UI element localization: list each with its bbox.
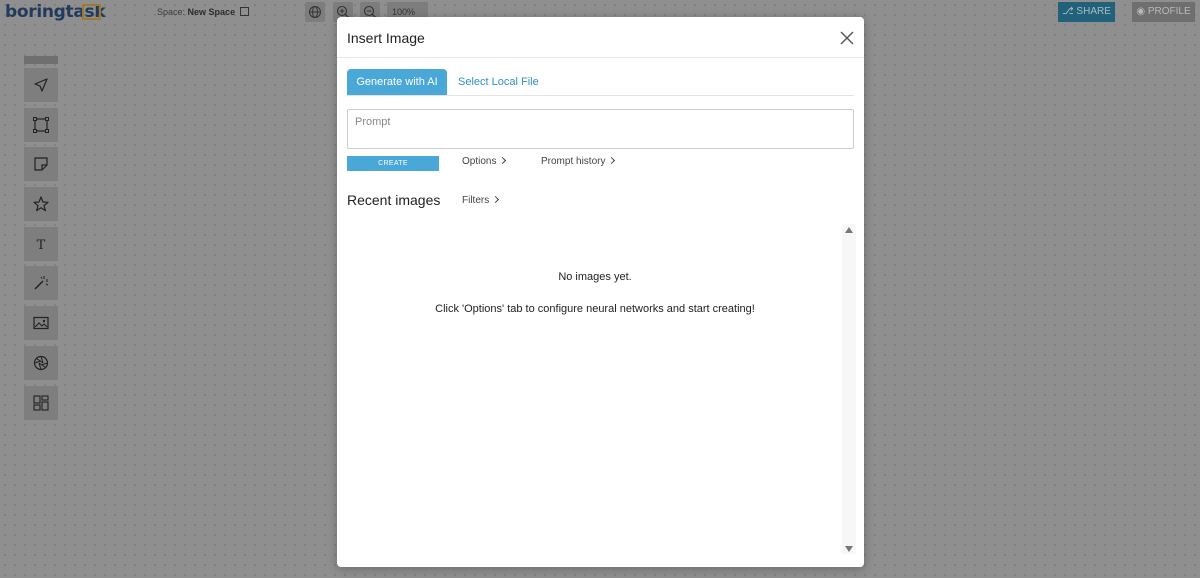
dialog-title: Insert Image	[347, 30, 425, 46]
globe-icon	[309, 6, 321, 18]
image-icon	[33, 317, 49, 330]
options-label: Options	[462, 156, 497, 167]
create-button[interactable]: CREATE	[347, 156, 439, 171]
close-button[interactable]	[839, 30, 855, 46]
share-label: SHARE	[1076, 6, 1111, 17]
left-toolbar: T	[24, 56, 58, 425]
empty-state-hint: Click 'Options' tab to configure neural …	[435, 303, 755, 315]
toolbar-handle[interactable]	[24, 56, 58, 64]
scrollbar[interactable]	[842, 224, 856, 554]
pointer-icon	[34, 78, 48, 92]
tool-layout[interactable]	[24, 385, 58, 420]
insert-image-dialog: Insert Image Generate with AI Select Loc…	[337, 17, 864, 567]
layout-icon	[33, 394, 49, 411]
star-icon	[33, 196, 49, 212]
tool-star[interactable]	[24, 187, 58, 222]
tool-magic-wand[interactable]	[24, 266, 58, 301]
prompt-input[interactable]	[347, 109, 854, 149]
tool-text[interactable]: T	[24, 226, 58, 261]
logo-box-mark	[82, 4, 101, 20]
aperture-icon	[33, 355, 49, 370]
tool-pointer[interactable]	[24, 68, 58, 102]
options-link[interactable]: Options	[462, 156, 507, 167]
user-icon: ◉	[1136, 6, 1146, 17]
close-icon	[840, 31, 854, 45]
edit-icon[interactable]	[239, 7, 249, 16]
share-icon: ⎇	[1062, 6, 1074, 17]
globe-button[interactable]	[305, 2, 325, 22]
tool-frame[interactable]	[24, 107, 58, 142]
chevron-right-icon	[608, 156, 616, 165]
filters-label: Filters	[462, 195, 490, 206]
frame-icon	[33, 116, 49, 133]
prompt-history-link[interactable]: Prompt history	[541, 156, 616, 167]
space-name[interactable]: New Space	[188, 7, 236, 17]
tab-select-local-file[interactable]: Select Local File	[458, 69, 539, 95]
svg-text:T: T	[37, 238, 46, 253]
space-indicator: Space: New Space	[157, 7, 249, 17]
recent-images-heading: Recent images	[347, 192, 441, 208]
tool-sticky-note[interactable]	[24, 147, 58, 182]
share-button[interactable]: ⎇ SHARE	[1058, 2, 1115, 22]
profile-label: PROFILE	[1147, 6, 1191, 17]
empty-state-title: No images yet.	[558, 271, 632, 283]
prompt-history-label: Prompt history	[541, 156, 606, 167]
magic-wand-icon	[34, 276, 49, 290]
header-divider	[337, 57, 864, 58]
chevron-right-icon	[492, 195, 500, 204]
tool-image[interactable]	[24, 306, 58, 341]
space-label: Space:	[157, 7, 186, 17]
filters-link[interactable]: Filters	[462, 195, 500, 206]
chevron-right-icon	[499, 156, 507, 165]
text-icon: T	[37, 238, 46, 253]
profile-button[interactable]: ◉ PROFILE	[1132, 2, 1195, 22]
scroll-up-icon[interactable]	[845, 227, 853, 233]
tool-aperture[interactable]	[24, 345, 58, 380]
tab-bar: Generate with AI Select Local File	[347, 69, 854, 96]
sticky-note-icon	[34, 157, 48, 171]
scroll-down-icon[interactable]	[845, 546, 853, 552]
tab-generate-with-ai[interactable]: Generate with AI	[347, 69, 447, 95]
